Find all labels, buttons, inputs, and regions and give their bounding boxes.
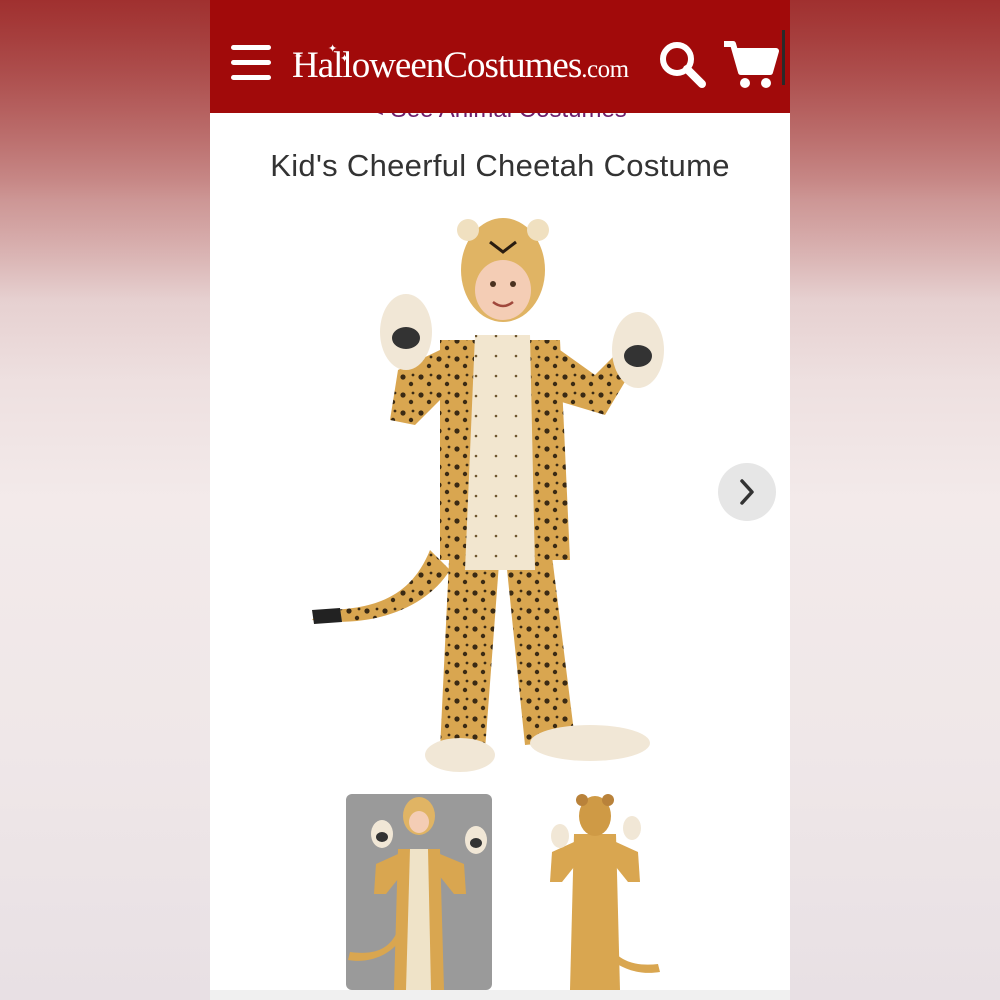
scroll-indicator	[782, 30, 785, 85]
search-icon	[660, 42, 706, 88]
logo-star: ✦	[294, 51, 303, 63]
logo-suffix: .com	[581, 56, 629, 83]
thumbnail-back-view[interactable]	[520, 794, 666, 990]
bottom-edge	[210, 990, 790, 1000]
left-background-blur	[0, 0, 210, 1000]
hamburger-line	[231, 75, 271, 80]
thumbnail-front-image	[348, 797, 487, 990]
search-button[interactable]	[656, 38, 708, 90]
site-header: ✦ ✦ ✦ HalloweenCostumes.com	[210, 0, 790, 113]
thumbnail-back-image	[550, 794, 660, 990]
shopping-cart-icon	[724, 41, 779, 88]
right-background-blur	[790, 0, 1000, 1000]
next-image-button[interactable]	[718, 463, 776, 521]
hamburger-menu-icon	[231, 45, 271, 50]
product-title: Kid's Cheerful Cheetah Costume	[270, 148, 730, 183]
cart-button[interactable]	[722, 38, 780, 90]
menu-button[interactable]	[231, 45, 271, 81]
logo-star: ✦	[328, 43, 337, 55]
cheetah-costume-image	[312, 218, 664, 772]
site-logo[interactable]: ✦ ✦ ✦ HalloweenCostumes.com	[292, 43, 629, 92]
chevron-right-icon	[740, 479, 754, 505]
logo-star: ✦	[340, 53, 349, 65]
phone-screen: < See Animal Costumes ✦ ✦ ✦ HalloweenCos…	[210, 0, 790, 1000]
product-main-image[interactable]	[290, 210, 710, 780]
hamburger-line	[231, 60, 271, 65]
thumbnail-front-view[interactable]	[346, 794, 492, 990]
